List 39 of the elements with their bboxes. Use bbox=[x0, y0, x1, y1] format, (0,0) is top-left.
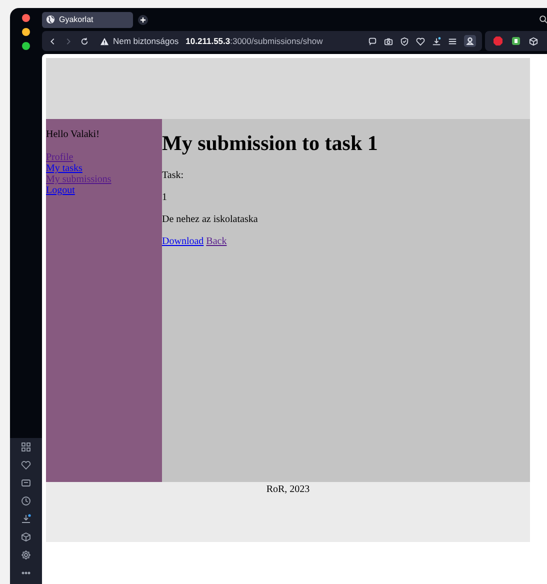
forward-icon[interactable] bbox=[64, 36, 73, 46]
download-icon[interactable] bbox=[432, 36, 441, 46]
extension-icon[interactable] bbox=[511, 36, 521, 46]
heart-icon[interactable] bbox=[416, 36, 425, 46]
warning-icon bbox=[100, 36, 109, 46]
reload-icon[interactable] bbox=[80, 36, 89, 46]
profile-icon[interactable] bbox=[464, 35, 476, 47]
grid-icon[interactable] bbox=[21, 442, 31, 452]
page-title: My submission to task 1 bbox=[162, 131, 379, 156]
action-link[interactable]: Download bbox=[162, 236, 204, 247]
speech-bubble-icon[interactable] bbox=[368, 36, 377, 46]
stop-sign-icon[interactable] bbox=[493, 36, 503, 46]
security-label: Nem biztonságos bbox=[113, 36, 179, 46]
close-button[interactable] bbox=[22, 14, 30, 22]
zoom-button[interactable] bbox=[22, 42, 30, 50]
download-icon[interactable] bbox=[21, 514, 31, 524]
address-bar[interactable]: Nem biztonságos 10.211.55.3:3000/submissions/show bbox=[42, 31, 482, 51]
footer-text: RoR, 2023 bbox=[266, 484, 310, 495]
cube-icon[interactable] bbox=[21, 532, 31, 542]
body-text: Task: bbox=[162, 170, 185, 181]
minimize-button[interactable] bbox=[22, 28, 30, 36]
globe-icon bbox=[46, 15, 55, 24]
browser-tab[interactable]: Gyakorlat bbox=[42, 12, 133, 28]
camera-icon[interactable] bbox=[384, 36, 393, 46]
body-text: 1 bbox=[162, 192, 168, 203]
url-text: 10.211.55.3:3000/submissions/show bbox=[186, 36, 323, 46]
sliders-icon[interactable] bbox=[448, 36, 457, 46]
shield-icon[interactable] bbox=[400, 36, 409, 46]
search-icon[interactable] bbox=[539, 15, 547, 24]
greeting-text: Hello Valaki! bbox=[46, 129, 100, 140]
action-link[interactable]: Back bbox=[206, 236, 227, 247]
back-icon[interactable] bbox=[48, 36, 57, 46]
heart-icon[interactable] bbox=[21, 460, 31, 470]
body-text: De nehez az iskolataska bbox=[162, 214, 259, 225]
new-tab-icon[interactable] bbox=[138, 14, 148, 24]
card-icon[interactable] bbox=[21, 478, 31, 488]
settings-icon[interactable] bbox=[21, 550, 31, 560]
cube-icon[interactable] bbox=[529, 36, 538, 46]
clock-icon[interactable] bbox=[21, 496, 31, 506]
